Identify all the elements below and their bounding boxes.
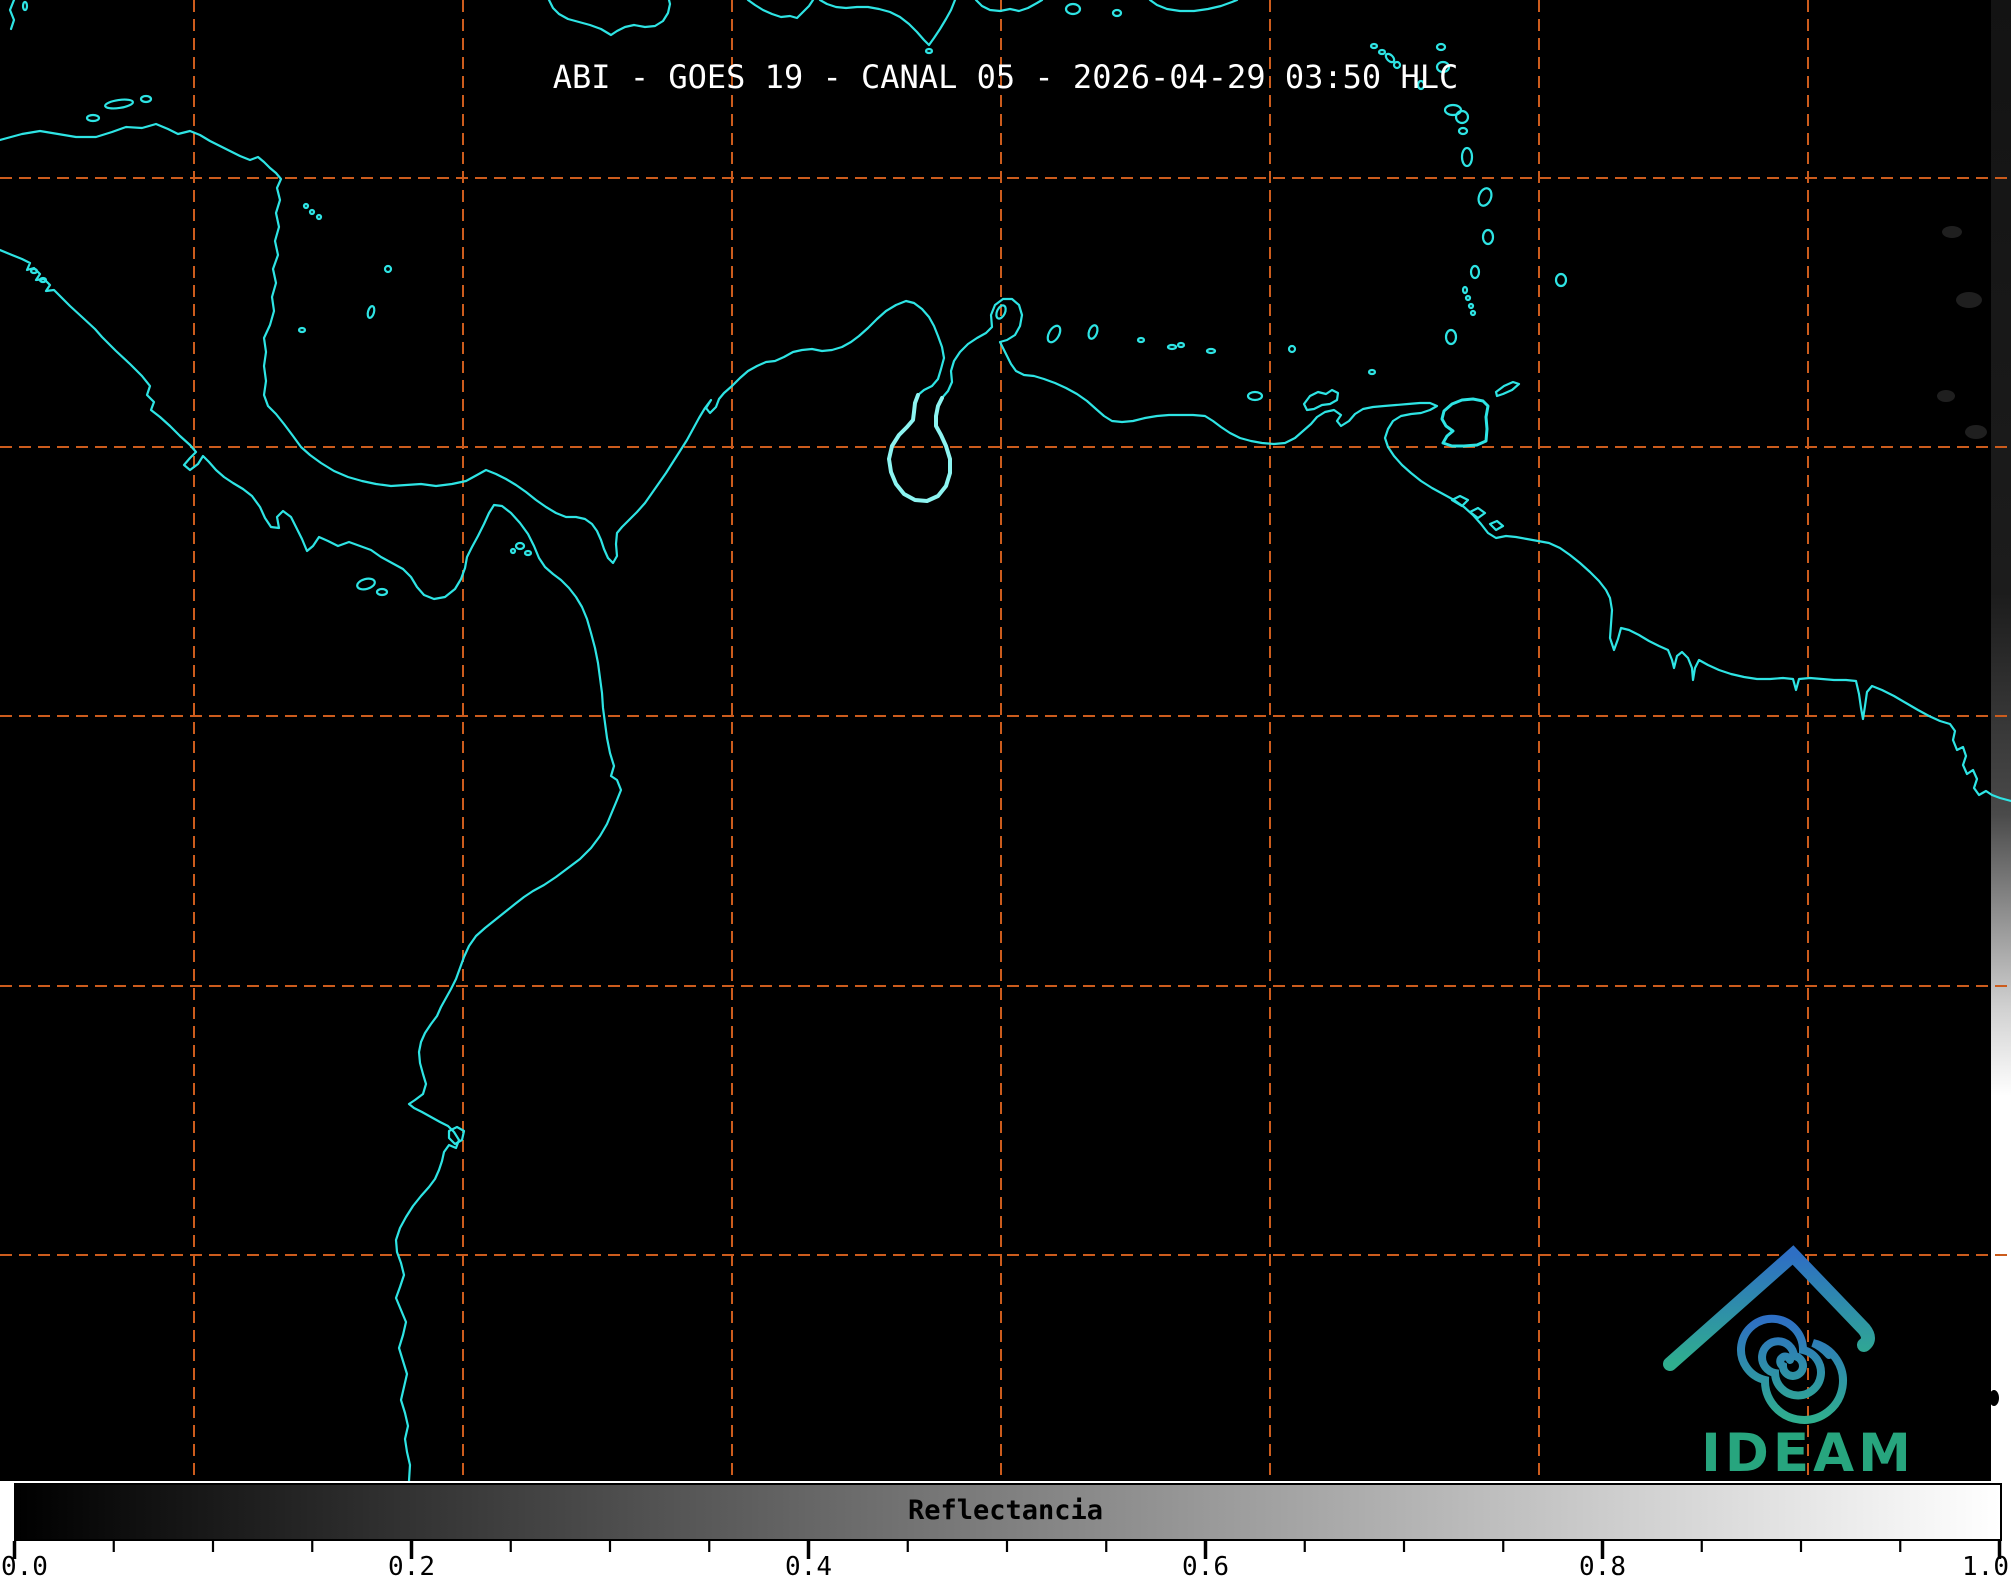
island-hispaniola-main: [818, 0, 957, 47]
island-jamaica: [547, 0, 672, 37]
coastlines: [0, 0, 2011, 1481]
island-tobago: [1494, 380, 1521, 398]
map-canvas: IDEAM: [0, 0, 2011, 1481]
coast-pacific: [0, 248, 623, 1481]
hurricane-spiral-icon: [1737, 1314, 1847, 1424]
image-title: ABI - GOES 19 - CANAL 05 - 2026-04-29 03…: [552, 58, 1459, 96]
faint-cloud-speckles: [1937, 226, 1987, 439]
colorbar-tick-labels: 0.0 0.2 0.4 0.6 0.8 1.0: [1, 1552, 2009, 1577]
coast-belize-fragment: [8, 0, 16, 31]
island-hispaniola-east: [974, 0, 1044, 13]
island-hispaniola-west: [746, 0, 815, 20]
island-puerto-rico: [1148, 0, 1239, 13]
scan-edge-notch: [1989, 1390, 1999, 1406]
colorbar-tick-label: 0.4: [785, 1552, 832, 1577]
orinoco-delta-islets: [1450, 494, 1505, 532]
island-margarita: [1302, 388, 1340, 412]
scan-edge-strip: [1991, 0, 2011, 1481]
satellite-map: IDEAM ABI - GOES 19 - CANAL 05 - 2026-04…: [0, 0, 2011, 1481]
latlon-gridlines: [0, 0, 2011, 1481]
colorbar-tick-label: 0.0: [1, 1552, 48, 1577]
satellite-image-product: IDEAM ABI - GOES 19 - CANAL 05 - 2026-04…: [0, 0, 2011, 1577]
colorbar-tick-label: 0.8: [1579, 1552, 1626, 1577]
coast-caribbean-atlantic: [0, 122, 2011, 803]
colorbar-tick-label: 0.6: [1182, 1552, 1229, 1577]
ideam-logo: IDEAM: [1663, 1245, 1915, 1481]
colorbar-panel: Reflectancia 0.0 0.2 0.4 0.6 0.8 1.0: [0, 1481, 2011, 1577]
island-trinidad: [1440, 397, 1490, 448]
ideam-logo-text: IDEAM: [1701, 1423, 1915, 1481]
colorbar-tick-label: 1.0: [1962, 1552, 2009, 1577]
colorbar-tick-label: 0.2: [388, 1552, 435, 1577]
colorbar-ticks: [12, 1541, 2002, 1559]
colorbar-axis: 0.0 0.2 0.4 0.6 0.8 1.0: [1, 1541, 2009, 1577]
